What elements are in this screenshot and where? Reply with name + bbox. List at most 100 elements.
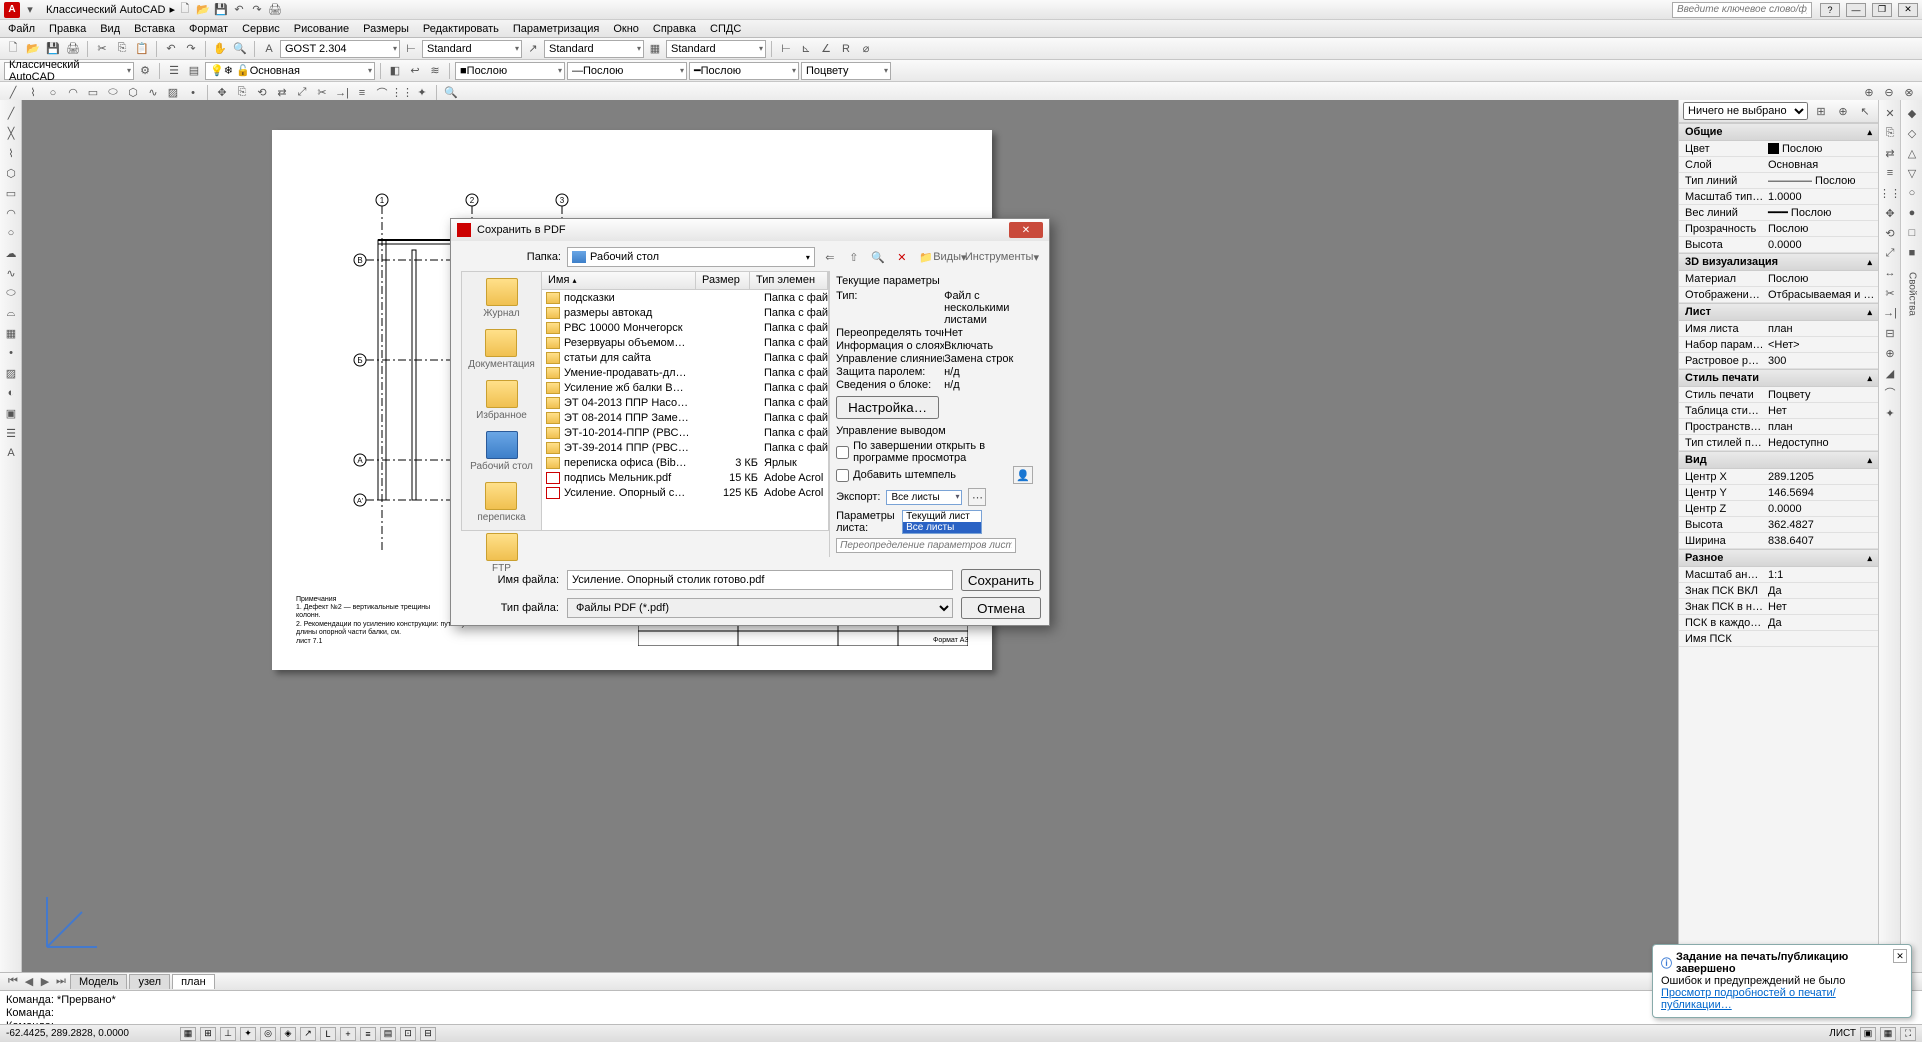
tablestyle-icon[interactable]: ▦: [646, 40, 664, 58]
move-mod-icon[interactable]: ✥: [1881, 204, 1899, 222]
3dosnap-button[interactable]: ◈: [280, 1027, 296, 1041]
file-row[interactable]: размеры автокадПапка с фай: [542, 305, 828, 320]
selectobj-icon[interactable]: ↖: [1856, 102, 1874, 120]
rect-tool-icon[interactable]: ▭: [2, 184, 20, 202]
extend-icon[interactable]: →|: [333, 84, 351, 102]
sheet-override-input[interactable]: [836, 538, 1016, 553]
property-row[interactable]: Масштаб анн…1:1: [1679, 567, 1878, 583]
mirror-icon[interactable]: ⇄: [273, 84, 291, 102]
grid-button[interactable]: ⊞: [200, 1027, 216, 1041]
otrack-button[interactable]: ↗: [300, 1027, 316, 1041]
property-section[interactable]: Разное▴: [1679, 549, 1878, 567]
sc-button[interactable]: ⊟: [420, 1027, 436, 1041]
dyn-button[interactable]: +: [340, 1027, 356, 1041]
file-row[interactable]: подпись Мельник.pdf15 КБAdobe Acrol: [542, 470, 828, 485]
menu-edit[interactable]: Правка: [49, 23, 86, 35]
property-row[interactable]: Имя листаплан: [1679, 321, 1878, 337]
property-section[interactable]: Общие▴: [1679, 123, 1878, 141]
up-icon[interactable]: ⇧: [845, 248, 863, 266]
file-row[interactable]: ЭТ-10-2014-ППР (РВС…Папка с фай: [542, 425, 828, 440]
fillet-icon[interactable]: ⌒: [373, 84, 391, 102]
layer-prev-icon[interactable]: ↩: [406, 62, 424, 80]
layer-filter-icon[interactable]: ▤: [185, 62, 203, 80]
point-icon[interactable]: •: [184, 84, 202, 102]
spds-icon-1[interactable]: ◆: [1903, 104, 1921, 122]
property-row[interactable]: Стиль печатиПоцвету: [1679, 387, 1878, 403]
app-icon[interactable]: A: [4, 2, 20, 18]
print-icon[interactable]: 🖨: [64, 40, 82, 58]
qat-new-icon[interactable]: 🗋: [177, 2, 193, 18]
layer-manager-icon[interactable]: ☰: [165, 62, 183, 80]
dim-aligned-icon[interactable]: ⊾: [797, 40, 815, 58]
constraint3-icon[interactable]: ⊗: [1900, 84, 1918, 102]
dim-angular-icon[interactable]: ∠: [817, 40, 835, 58]
tab-plan[interactable]: план: [172, 974, 215, 989]
mirror-mod-icon[interactable]: ⇄: [1881, 144, 1899, 162]
spline-icon[interactable]: ∿: [144, 84, 162, 102]
array-mod-icon[interactable]: ⋮⋮: [1881, 184, 1899, 202]
search2-icon[interactable]: 🔍: [869, 248, 887, 266]
ellipse-icon[interactable]: ⬭: [104, 84, 122, 102]
property-row[interactable]: Таблица стил…Нет: [1679, 403, 1878, 419]
tab-first-icon[interactable]: ⏮: [6, 975, 20, 989]
zoom-icon[interactable]: 🔍: [231, 40, 249, 58]
rect-icon[interactable]: ▭: [84, 84, 102, 102]
arc-icon[interactable]: ◠: [64, 84, 82, 102]
file-row[interactable]: Усиление. Опорный с…125 КБAdobe Acrol: [542, 485, 828, 500]
property-section[interactable]: Вид▴: [1679, 451, 1878, 469]
block-tool-icon[interactable]: ▦: [2, 324, 20, 342]
cut-icon[interactable]: ✂: [93, 40, 111, 58]
col-type[interactable]: Тип элемен: [750, 272, 828, 289]
menu-dim[interactable]: Размеры: [363, 23, 409, 35]
mleaderstyle-combo[interactable]: Standard: [544, 40, 644, 58]
ellipsearc-tool-icon[interactable]: ⌓: [2, 304, 20, 322]
property-row[interactable]: Центр X289.1205: [1679, 469, 1878, 485]
menu-view[interactable]: Вид: [100, 23, 120, 35]
rotate-icon[interactable]: ⟲: [253, 84, 271, 102]
property-row[interactable]: Отображение …Отбрасываемая и …: [1679, 287, 1878, 303]
revcloud-tool-icon[interactable]: ☁: [2, 244, 20, 262]
trim-icon[interactable]: ✂: [313, 84, 331, 102]
tab-prev-icon[interactable]: ◀: [22, 975, 36, 989]
maximize-button[interactable]: ❐: [1872, 3, 1892, 17]
tablestyle-combo[interactable]: Standard: [666, 40, 766, 58]
xline-tool-icon[interactable]: ╳: [2, 124, 20, 142]
property-row[interactable]: Набор параме…<Нет>: [1679, 337, 1878, 353]
copy-mod-icon[interactable]: ⎘: [1881, 124, 1899, 142]
property-row[interactable]: ПСК в каждом…Да: [1679, 615, 1878, 631]
spds-icon-5[interactable]: ○: [1903, 184, 1921, 202]
property-row[interactable]: Знак ПСК в на…Нет: [1679, 599, 1878, 615]
qat-open-icon[interactable]: 📂: [195, 2, 211, 18]
join-mod-icon[interactable]: ⊕: [1881, 344, 1899, 362]
property-section[interactable]: Лист▴: [1679, 303, 1878, 321]
settings-button[interactable]: Настройка…: [836, 396, 939, 419]
menu-help[interactable]: Справка: [653, 23, 696, 35]
property-row[interactable]: Пространство…план: [1679, 419, 1878, 435]
hatch-tool-icon[interactable]: ▨: [2, 364, 20, 382]
polygon-tool-icon[interactable]: ⬡: [2, 164, 20, 182]
redo-icon[interactable]: ↷: [182, 40, 200, 58]
polygon-icon[interactable]: ⬡: [124, 84, 142, 102]
dimstyle-icon[interactable]: ⊢: [402, 40, 420, 58]
color-combo[interactable]: ■ Послою: [455, 62, 565, 80]
snap-button[interactable]: ▦: [180, 1027, 196, 1041]
fillet-mod-icon[interactable]: ⌒: [1881, 384, 1899, 402]
point-tool-icon[interactable]: •: [2, 344, 20, 362]
move-icon[interactable]: ✥: [213, 84, 231, 102]
mtext-tool-icon[interactable]: A: [2, 444, 20, 462]
spds-icon-8[interactable]: ■: [1903, 244, 1921, 262]
property-row[interactable]: Высота362.4827: [1679, 517, 1878, 533]
mleaderstyle-icon[interactable]: ↗: [524, 40, 542, 58]
pickadd-icon[interactable]: ⊕: [1834, 102, 1852, 120]
property-row[interactable]: Тип стилей пе…Недоступно: [1679, 435, 1878, 451]
command-line[interactable]: Команда: *Прервано* Команда: Команда: Ко…: [0, 990, 1922, 1024]
back-icon[interactable]: ⇐: [821, 248, 839, 266]
file-row[interactable]: подсказкиПапка с фай: [542, 290, 828, 305]
dim-radius-icon[interactable]: R: [837, 40, 855, 58]
file-row[interactable]: Усиление жб балки В…Папка с фай: [542, 380, 828, 395]
close-button[interactable]: ✕: [1898, 3, 1918, 17]
arc-tool-icon[interactable]: ◠: [2, 204, 20, 222]
qat-print-icon[interactable]: 🖨: [267, 2, 283, 18]
col-name[interactable]: Имя ▴: [542, 272, 696, 289]
dropdown-opt-current[interactable]: Текущий лист: [903, 511, 981, 522]
